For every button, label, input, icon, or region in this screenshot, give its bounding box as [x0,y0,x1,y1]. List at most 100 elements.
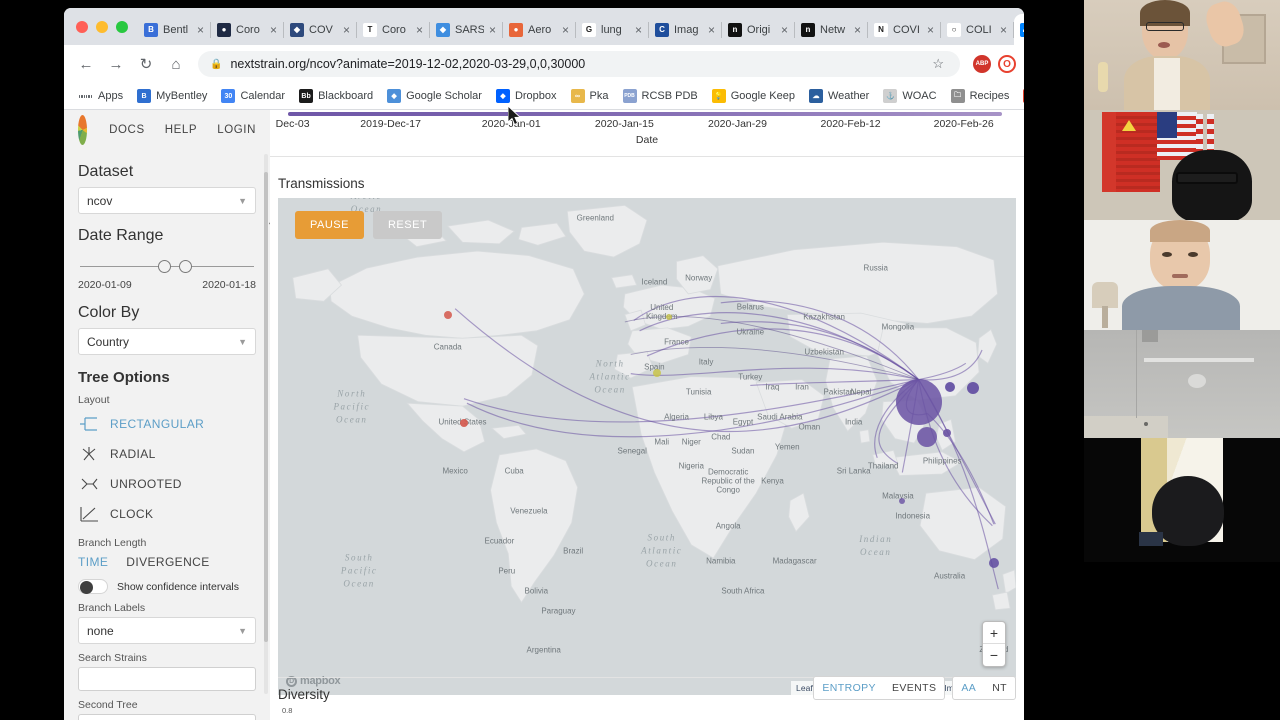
close-tab-icon[interactable]: × [270,24,277,36]
browser-tab-origi[interactable]: n Origi × [722,14,795,45]
browser-tab-coli[interactable]: ○ COLI × [941,14,1014,45]
maximize-window-button[interactable] [116,20,128,33]
minimize-window-button[interactable] [96,20,108,33]
transmission-node-taiwan[interactable] [942,428,951,437]
browser-tab-bentl[interactable]: B Bentl × [138,14,211,45]
browser-tab-covi[interactable]: N COVI × [868,14,941,45]
video-tile-participant-dark-silhouette[interactable] [1084,438,1280,562]
dataset-heading: Dataset [78,163,134,180]
dataset-select[interactable]: ncov ▼ [78,187,256,214]
sidebar-scrollbar[interactable] [264,154,268,694]
transmission-node-malaysia[interactable] [898,498,905,505]
date-range-slider[interactable] [78,251,256,277]
nav-help[interactable]: HELP [165,124,197,136]
layout-option-rectangular[interactable]: RECTANGULAR [78,409,256,439]
bookmark-star-icon[interactable]: ☆ [932,56,948,72]
close-tab-icon[interactable]: × [562,24,569,36]
video-tile-participant-woman-glasses[interactable] [1084,0,1280,110]
close-tab-icon[interactable]: × [343,24,350,36]
browser-tab-coro[interactable]: T Coro × [357,14,430,45]
branch-length-time[interactable]: TIME [78,555,108,569]
events-button[interactable]: EVENTS [884,677,944,699]
aa-nt-group[interactable]: AA NT [952,676,1016,700]
aa-button[interactable]: AA [953,677,984,699]
bookmark-dropbox[interactable]: ◆ Dropbox [489,89,564,103]
window-controls[interactable] [72,8,138,45]
layout-option-radial[interactable]: RADIAL [78,439,256,469]
transmission-node-canada[interactable] [443,310,452,319]
forward-icon[interactable]: → [102,50,130,78]
transmission-node-usa[interactable] [459,419,468,428]
pause-button[interactable]: PAUSE [295,211,364,239]
browser-tab-imag[interactable]: C Imag × [649,14,722,45]
opera-icon[interactable]: O [998,55,1016,73]
bookmark-google-scholar[interactable]: ◆ Google Scholar [380,89,489,103]
transmissions-map[interactable]: North Pacific Ocean North Atlantic Ocean S… [278,198,1016,695]
bentley-icon: B [137,89,152,103]
nav-login[interactable]: LOGIN [217,124,256,136]
reset-button[interactable]: RESET [372,211,443,239]
address-bar[interactable]: 🔒 nextstrain.org/ncov?animate=2019-12-02… [198,51,960,77]
nav-docs[interactable]: DOCS [109,124,145,136]
bookmark-apps[interactable]: Apps [72,89,130,103]
close-tab-icon[interactable]: × [489,24,496,36]
browser-tab-aero[interactable]: ● Aero × [503,14,576,45]
video-tile-participant-man-grey-shirt[interactable] [1084,220,1280,330]
branch-labels-select[interactable]: none ▼ [78,617,256,644]
home-icon[interactable]: ⌂ [162,50,190,78]
transmission-node-australia[interactable] [988,558,999,569]
zoom-in-button[interactable]: + [983,622,1005,644]
close-tab-icon[interactable]: × [416,24,423,36]
transmission-node-southeast-asia[interactable] [917,426,938,447]
bookmark-pka[interactable]: ∞ Pka [564,89,616,103]
bookmark-calendar[interactable]: 30 Calendar [214,89,292,103]
back-icon[interactable]: ← [72,50,100,78]
close-tab-icon[interactable]: × [197,24,204,36]
confidence-interval-row[interactable]: Show confidence intervals [78,579,256,594]
video-tile-participant-flags-background[interactable] [1084,110,1280,220]
transmission-node-japan[interactable] [967,381,980,394]
confidence-toggle[interactable] [78,579,108,594]
map-zoom-controls[interactable]: + − [982,621,1006,667]
entropy-button[interactable]: ENTROPY [814,677,884,699]
bookmark-blackboard[interactable]: Bb Blackboard [292,89,380,103]
browser-tab-netw[interactable]: n Netw × [795,14,868,45]
bookmark-mybentley[interactable]: B MyBentley [130,89,214,103]
layout-option-unrooted[interactable]: UNROOTED [78,469,256,499]
layout-option-clock[interactable]: CLOCK [78,499,256,529]
transmission-node-korea[interactable] [944,381,955,392]
close-tab-icon[interactable]: × [854,24,861,36]
close-tab-icon[interactable]: × [635,24,642,36]
second-tree-select[interactable] [78,714,256,720]
bookmark-recipes[interactable]: 🗀 Recipes [944,89,1017,103]
branch-length-divergence[interactable]: DIVERGENCE [126,555,209,569]
close-tab-icon[interactable]: × [781,24,788,36]
close-window-button[interactable] [76,20,88,33]
close-tab-icon[interactable]: × [708,24,715,36]
bookmark-weather[interactable]: ☁ Weather [802,89,876,103]
browser-tab-coro[interactable]: ● Coro × [211,14,284,45]
bookmark-nyt-cooking[interactable]: 🍴NYT Cooking [1016,89,1024,103]
transmission-node-spain[interactable] [653,368,662,377]
slider-knob-end[interactable] [179,260,193,273]
close-tab-icon[interactable]: × [1000,24,1007,36]
bookmark-woac[interactable]: ⚓ WOAC [876,89,943,103]
browser-tab-cov[interactable]: ◆ COV × [284,14,357,45]
bookmark-rcsb-pdb[interactable]: PDB RCSB PDB [616,89,705,103]
zoom-out-button[interactable]: − [983,644,1005,666]
reload-icon[interactable]: ↻ [132,50,160,78]
bookmark-google-keep[interactable]: 💡 Google Keep [705,89,802,103]
browser-tab-active[interactable]: ▬ [1014,14,1024,45]
entropy-events-group[interactable]: ENTROPY EVENTS [813,676,946,700]
adblock-icon[interactable]: ABP [973,55,991,73]
browser-tab-sars[interactable]: ◆ SARS × [430,14,503,45]
transmission-node-uk[interactable] [666,314,673,321]
close-tab-icon[interactable]: × [927,24,934,36]
transmission-node-china-hub[interactable] [895,378,942,425]
nt-button[interactable]: NT [984,677,1015,699]
color-by-select[interactable]: Country ▼ [78,328,256,355]
browser-tab-lung[interactable]: Glung × [576,14,649,45]
slider-knob-start[interactable] [158,260,172,273]
video-tile-participant-ceiling-view[interactable] [1084,330,1280,438]
search-strains-input[interactable] [78,667,256,691]
